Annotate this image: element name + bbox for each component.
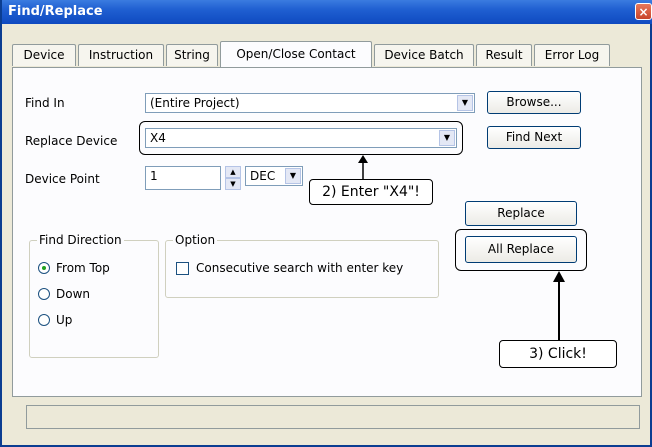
option-title: Option bbox=[173, 233, 218, 247]
tab-error-log[interactable]: Error Log bbox=[534, 44, 610, 66]
device-point-format-value: DEC bbox=[250, 169, 276, 183]
find-replace-window: Find/Replace × Device Instruction String… bbox=[0, 0, 652, 447]
find-next-button[interactable]: Find Next bbox=[487, 126, 581, 149]
device-point-input[interactable]: 1 bbox=[145, 166, 221, 190]
find-in-value: (Entire Project) bbox=[150, 96, 240, 110]
radio-up-label: Up bbox=[56, 313, 73, 327]
consecutive-search-checkbox[interactable] bbox=[176, 262, 189, 275]
consecutive-search-label: Consecutive search with enter key bbox=[196, 261, 404, 275]
chevron-down-icon[interactable]: ▼ bbox=[457, 95, 473, 111]
radio-from-top-label: From Top bbox=[56, 261, 110, 275]
find-direction-group: Find Direction From Top Down Up bbox=[29, 233, 159, 358]
device-point-value: 1 bbox=[150, 169, 158, 183]
replace-device-input[interactable]: X4 ▼ bbox=[145, 128, 457, 148]
tab-open-close-contact[interactable]: Open/Close Contact bbox=[220, 41, 372, 67]
replace-button[interactable]: Replace bbox=[465, 201, 577, 226]
replace-device-label: Replace Device bbox=[25, 134, 118, 148]
radio-down-label: Down bbox=[56, 287, 91, 301]
all-replace-button[interactable]: All Replace bbox=[465, 236, 577, 263]
radio-down[interactable] bbox=[38, 288, 50, 300]
spin-up-icon[interactable]: ▲ bbox=[225, 166, 241, 178]
device-point-label: Device Point bbox=[25, 172, 100, 186]
callout-enter-x4: 2) Enter "X4"! bbox=[309, 179, 433, 205]
find-direction-title: Find Direction bbox=[37, 233, 124, 247]
chevron-down-icon[interactable]: ▼ bbox=[285, 168, 301, 184]
tab-panel: Find In (Entire Project) ▼ Browse... Rep… bbox=[12, 67, 642, 397]
arrow-up-icon bbox=[358, 155, 368, 182]
tab-device[interactable]: Device bbox=[12, 44, 76, 66]
browse-button[interactable]: Browse... bbox=[487, 91, 581, 114]
tab-instruction[interactable]: Instruction bbox=[78, 44, 164, 66]
option-group: Option Consecutive search with enter key bbox=[165, 233, 439, 298]
tab-device-batch[interactable]: Device Batch bbox=[374, 44, 474, 66]
window-title: Find/Replace bbox=[8, 4, 103, 19]
device-point-format-select[interactable]: DEC ▼ bbox=[245, 166, 303, 186]
find-in-select[interactable]: (Entire Project) ▼ bbox=[145, 93, 475, 113]
find-in-label: Find In bbox=[25, 96, 65, 110]
radio-up[interactable] bbox=[38, 314, 50, 326]
tab-result[interactable]: Result bbox=[476, 44, 532, 66]
close-icon[interactable]: × bbox=[635, 3, 652, 20]
chevron-down-icon[interactable]: ▼ bbox=[439, 130, 455, 146]
title-bar[interactable]: Find/Replace × bbox=[2, 0, 652, 24]
callout-click: 3) Click! bbox=[499, 340, 617, 368]
status-bar bbox=[26, 405, 640, 429]
arrow-up-icon bbox=[553, 271, 565, 342]
tab-string[interactable]: String bbox=[166, 44, 218, 66]
spin-down-icon[interactable]: ▼ bbox=[225, 178, 241, 190]
radio-from-top[interactable] bbox=[38, 262, 50, 274]
replace-device-value: X4 bbox=[150, 131, 166, 145]
